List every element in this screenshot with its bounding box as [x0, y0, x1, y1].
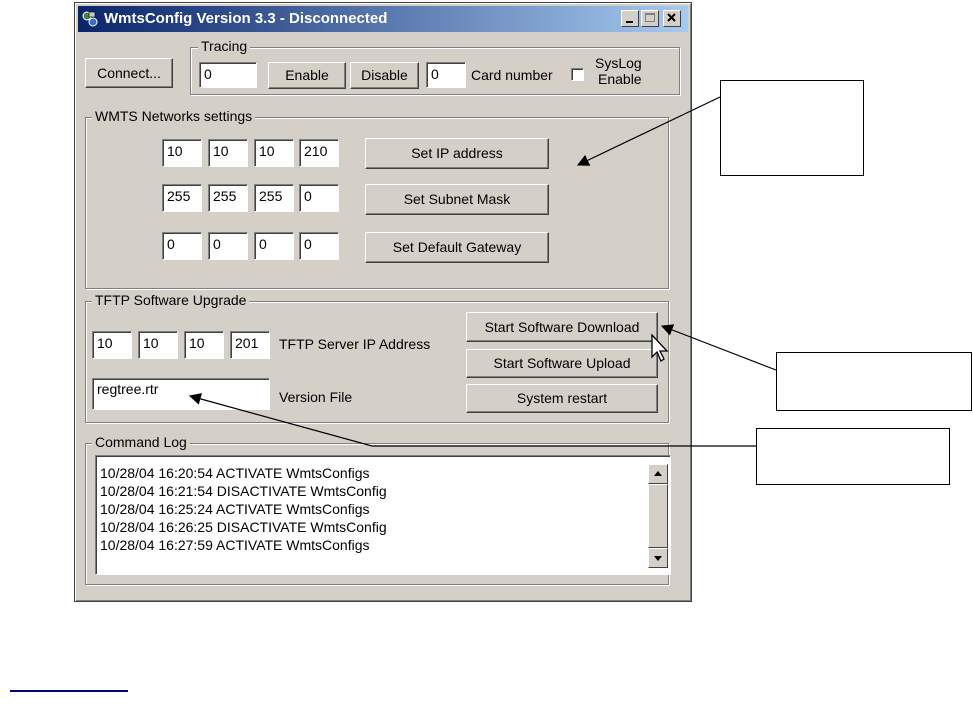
- disable-tracing-button[interactable]: Disable: [350, 62, 419, 89]
- set-default-gateway-button[interactable]: Set Default Gateway: [365, 232, 549, 263]
- scroll-down-icon: [654, 556, 662, 561]
- syslog-enable-checkbox[interactable]: [571, 68, 584, 81]
- maximize-icon: [645, 13, 655, 22]
- syslog-label-line2: Enable: [598, 71, 642, 87]
- maximize-button[interactable]: [641, 10, 659, 27]
- software-download-callout-box: [776, 352, 972, 411]
- window-title: WmtsConfig Version 3.3 - Disconnected: [104, 10, 388, 27]
- mouse-cursor-icon: [651, 333, 669, 362]
- start-software-upload-button[interactable]: Start Software Upload: [466, 349, 658, 378]
- command-log-scrollbar[interactable]: [648, 464, 668, 568]
- version-file-callout-box: [756, 428, 950, 485]
- command-log-legend: Command Log: [92, 434, 190, 450]
- minimize-button[interactable]: [621, 10, 639, 27]
- scroll-thumb[interactable]: [648, 484, 668, 548]
- log-line: 10/28/04 16:21:54 DISACTIVATE WmtsConfig: [100, 483, 387, 499]
- command-log-lines: 10/28/04 16:20:54 ACTIVATE WmtsConfigs 1…: [100, 464, 387, 554]
- tftp-ip-octet-2[interactable]: 10: [138, 331, 178, 359]
- gateway-octet-4[interactable]: 0: [299, 232, 339, 260]
- log-line: 10/28/04 16:26:25 DISACTIVATE WmtsConfig: [100, 519, 387, 535]
- ip-address-callout-box: [720, 80, 864, 176]
- subnet-octet-2[interactable]: 255: [208, 184, 248, 212]
- subnet-octet-4[interactable]: 0: [299, 184, 339, 212]
- title-bar[interactable]: WmtsConfig Version 3.3 - Disconnected: [78, 6, 688, 32]
- card-number-label: Card number: [471, 67, 553, 83]
- gateway-octet-3[interactable]: 0: [254, 232, 294, 260]
- log-line: 10/28/04 16:20:54 ACTIVATE WmtsConfigs: [100, 465, 370, 481]
- page-divider-line: [10, 690, 128, 692]
- version-file-label: Version File: [279, 389, 353, 405]
- system-restart-button[interactable]: System restart: [466, 384, 658, 413]
- enable-tracing-button[interactable]: Enable: [268, 62, 346, 89]
- tracing-level-input[interactable]: 0: [199, 62, 257, 88]
- card-number-input[interactable]: 0: [426, 62, 466, 88]
- tftp-server-ip-label: TFTP Server IP Address: [279, 336, 431, 352]
- ip-octet-1[interactable]: 10: [162, 139, 202, 167]
- command-log-list[interactable]: 10/28/04 16:20:54 ACTIVATE WmtsConfigs 1…: [95, 455, 671, 575]
- subnet-octet-1[interactable]: 255: [162, 184, 202, 212]
- subnet-octet-3[interactable]: 255: [254, 184, 294, 212]
- close-icon: [667, 13, 676, 22]
- ip-octet-3[interactable]: 10: [254, 139, 294, 167]
- minimize-icon: [626, 21, 633, 23]
- log-line: 10/28/04 16:25:24 ACTIVATE WmtsConfigs: [100, 501, 370, 517]
- network-settings-legend: WMTS Networks settings: [92, 108, 256, 124]
- close-button[interactable]: [663, 10, 681, 27]
- set-subnet-mask-button[interactable]: Set Subnet Mask: [365, 184, 549, 215]
- gateway-octet-1[interactable]: 0: [162, 232, 202, 260]
- version-file-input[interactable]: regtree.rtr: [92, 378, 270, 410]
- scroll-up-icon: [654, 471, 662, 476]
- tftp-ip-octet-1[interactable]: 10: [92, 331, 132, 359]
- connect-button[interactable]: Connect...: [85, 58, 173, 88]
- tftp-ip-octet-3[interactable]: 10: [184, 331, 224, 359]
- ip-octet-2[interactable]: 10: [208, 139, 248, 167]
- scroll-up-button[interactable]: [648, 464, 668, 484]
- tracing-legend: Tracing: [198, 38, 251, 54]
- app-icon: [82, 11, 98, 27]
- log-line: 10/28/04 16:27:59 ACTIVATE WmtsConfigs: [100, 537, 370, 553]
- tftp-ip-octet-4[interactable]: 201: [230, 331, 270, 359]
- set-ip-address-button[interactable]: Set IP address: [365, 138, 549, 169]
- ip-octet-4[interactable]: 210: [299, 139, 339, 167]
- wmtsconfig-window: WmtsConfig Version 3.3 - Disconnected Co…: [74, 2, 692, 602]
- tftp-upgrade-legend: TFTP Software Upgrade: [92, 292, 250, 308]
- scroll-down-button[interactable]: [648, 548, 668, 568]
- start-software-download-button[interactable]: Start Software Download: [466, 312, 658, 342]
- syslog-label-line1: SysLog: [595, 55, 642, 71]
- gateway-octet-2[interactable]: 0: [208, 232, 248, 260]
